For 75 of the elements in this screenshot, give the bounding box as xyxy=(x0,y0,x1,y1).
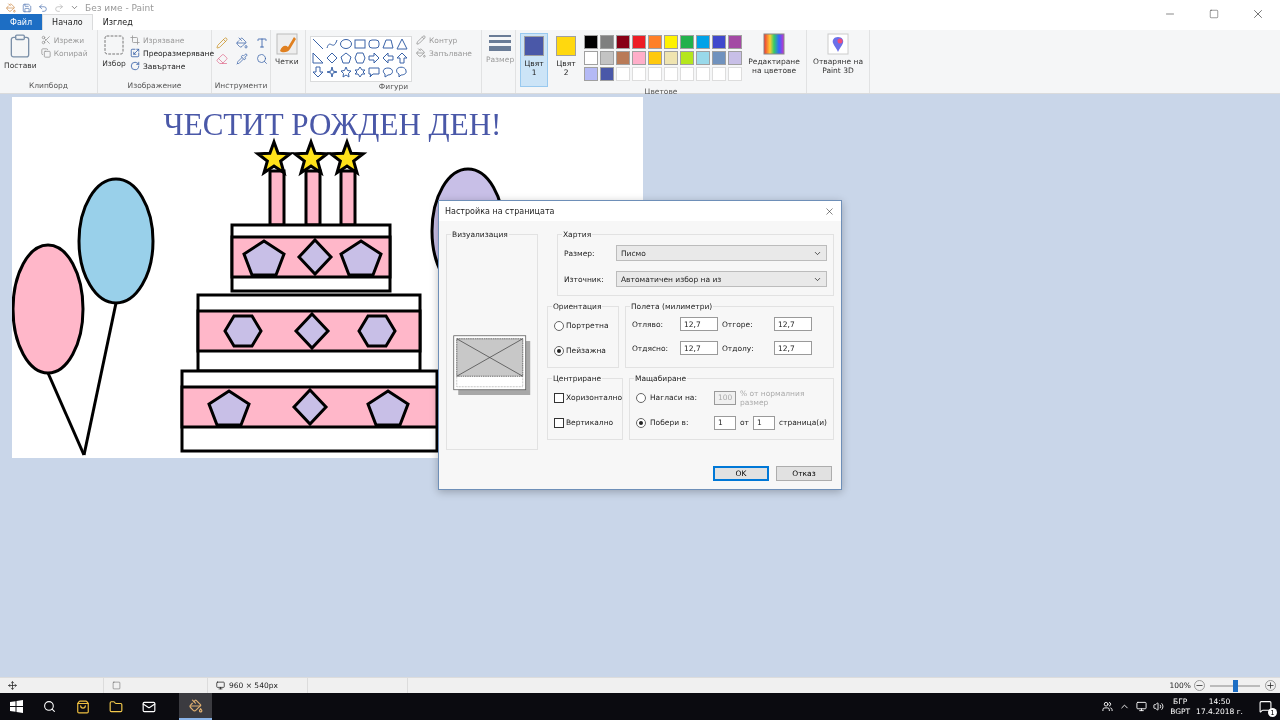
paint-bucket-icon[interactable] xyxy=(188,698,203,713)
cursor-position-icon xyxy=(8,681,17,690)
radio-button[interactable] xyxy=(553,320,564,331)
paint-3d-icon[interactable] xyxy=(827,33,849,55)
shapes-gallery[interactable] xyxy=(310,36,412,82)
palette-swatch[interactable] xyxy=(712,35,727,49)
eraser-icon[interactable] xyxy=(216,53,228,65)
canvas-size-icon xyxy=(216,681,225,690)
palette-swatch[interactable] xyxy=(632,35,647,49)
dashed-square-icon[interactable] xyxy=(102,33,126,57)
people-icon[interactable] xyxy=(1102,701,1114,712)
pipette-icon[interactable] xyxy=(236,53,248,65)
palette-swatch[interactable] xyxy=(600,51,615,65)
magnifier-icon[interactable] xyxy=(256,53,268,65)
palette-swatch[interactable] xyxy=(696,35,711,49)
crop-icon[interactable] xyxy=(130,35,140,45)
palette-swatch[interactable] xyxy=(728,35,743,49)
line-width-icon[interactable] xyxy=(489,33,512,53)
palette-swatch[interactable] xyxy=(664,35,679,49)
close-icon[interactable] xyxy=(1251,7,1265,21)
shopping-bag-icon[interactable] xyxy=(75,699,90,714)
palette-swatch[interactable] xyxy=(600,35,615,49)
scissors-icon[interactable] xyxy=(40,35,51,45)
notifications-icon[interactable] xyxy=(1259,700,1272,713)
palette-swatch[interactable] xyxy=(584,67,599,81)
palette-swatch[interactable] xyxy=(632,51,647,65)
ribbon-tab[interactable]: Начало xyxy=(42,14,93,30)
brush-icon[interactable] xyxy=(275,33,298,55)
volume-icon[interactable] xyxy=(1153,701,1165,712)
text-icon[interactable] xyxy=(256,37,268,49)
windows-icon[interactable] xyxy=(10,700,23,713)
palette-swatch[interactable] xyxy=(584,51,599,65)
palette-swatch[interactable] xyxy=(616,35,631,49)
radio-button[interactable] xyxy=(553,345,564,356)
ribbon-tab[interactable]: Изглед xyxy=(92,14,143,30)
close-icon[interactable] xyxy=(824,205,835,217)
copy-icon[interactable] xyxy=(40,48,51,58)
palette-swatch[interactable] xyxy=(600,67,615,81)
window-title: Без име - Paint xyxy=(85,2,154,13)
palette-swatch[interactable] xyxy=(648,35,663,49)
palette-swatch[interactable] xyxy=(616,51,631,65)
dropdown-icon[interactable] xyxy=(70,3,79,12)
radio-button[interactable] xyxy=(635,417,646,428)
zoom-slider-thumb[interactable] xyxy=(1233,679,1238,692)
palette-swatch[interactable] xyxy=(696,51,711,65)
paint-taskbar-button[interactable] xyxy=(179,693,212,720)
pencil-icon[interactable] xyxy=(216,37,228,49)
canvas-text: ЧЕСТИТ РОЖДЕН ДЕН! xyxy=(163,107,502,143)
palette-swatch[interactable] xyxy=(664,51,679,65)
resize-icon[interactable] xyxy=(130,48,140,58)
pencil-icon[interactable] xyxy=(416,35,426,45)
redo-icon[interactable] xyxy=(54,2,64,13)
search-icon[interactable] xyxy=(43,700,56,713)
palette-swatch[interactable] xyxy=(680,35,695,49)
network-icon[interactable] xyxy=(1136,701,1148,712)
mail-icon[interactable] xyxy=(141,699,156,714)
paint-bucket-icon[interactable] xyxy=(236,37,248,49)
save-icon[interactable] xyxy=(22,2,32,13)
paint-app-icon[interactable] xyxy=(6,2,16,13)
folder-icon[interactable] xyxy=(108,699,123,714)
maximize-icon[interactable] xyxy=(1209,9,1219,19)
palette-swatch[interactable] xyxy=(680,51,695,65)
dialog-title: Настройка на страницата xyxy=(445,206,555,216)
zoom-in-button[interactable] xyxy=(1265,680,1276,691)
checkbox[interactable] xyxy=(553,392,564,403)
checkbox[interactable] xyxy=(553,417,564,428)
rotate-icon[interactable] xyxy=(130,61,140,71)
palette-swatch[interactable] xyxy=(728,51,743,65)
undo-icon[interactable] xyxy=(38,2,48,13)
palette-swatch[interactable] xyxy=(648,51,663,65)
palette-swatch[interactable] xyxy=(712,51,727,65)
selection-size-icon xyxy=(112,681,121,690)
color-spectrum-icon[interactable] xyxy=(763,33,786,55)
file-menu-tab[interactable]: Файл xyxy=(0,14,43,30)
palette-swatch[interactable] xyxy=(584,35,599,49)
